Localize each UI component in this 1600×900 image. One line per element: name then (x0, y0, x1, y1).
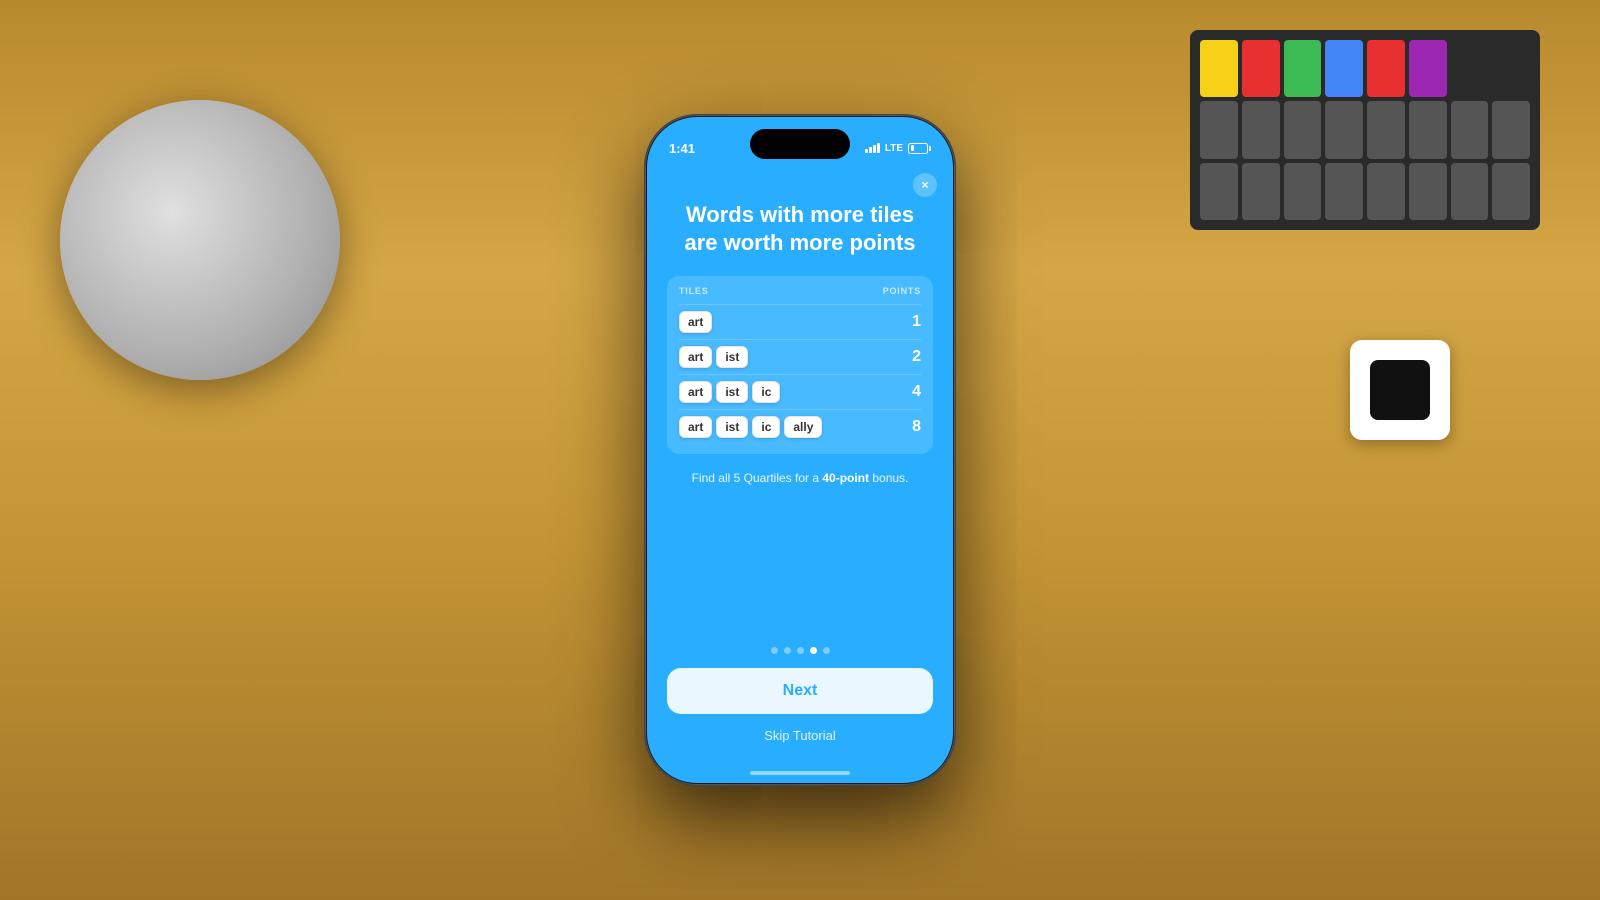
key-yellow (1200, 40, 1238, 97)
phone-content: Words with more tiles are worth more poi… (647, 169, 953, 763)
word-tiles-table: TILES POINTS art 1 art ist 2 (667, 276, 933, 454)
key-dark16 (1492, 163, 1530, 220)
main-heading: Words with more tiles are worth more poi… (667, 201, 933, 256)
dot-5 (823, 647, 830, 654)
points-2: 2 (912, 348, 921, 366)
key-dark11 (1284, 163, 1322, 220)
table-header: TILES POINTS (679, 286, 921, 296)
key-dark9 (1200, 163, 1238, 220)
key-dark8 (1492, 101, 1530, 158)
dot-4-active (810, 647, 817, 654)
bonus-number: 40-point (822, 471, 869, 485)
key-dark13 (1367, 163, 1405, 220)
tiles-group-4: art ist ic ally (679, 416, 822, 438)
dot-3 (797, 647, 804, 654)
table-row: art ist 2 (679, 339, 921, 374)
key-green (1284, 40, 1322, 97)
bonus-prefix: Find all 5 Quartiles for a (692, 471, 823, 485)
status-time: 1:41 (669, 141, 695, 156)
key-dark7 (1451, 101, 1489, 158)
dot-1 (771, 647, 778, 654)
home-indicator (647, 763, 953, 783)
table-row: art ist ic 4 (679, 374, 921, 409)
table-row: art ist ic ally 8 (679, 409, 921, 444)
tile-art-2: art (679, 346, 712, 368)
tile-art-3: art (679, 381, 712, 403)
key-dark6 (1409, 101, 1447, 158)
tile-art-4: art (679, 416, 712, 438)
signal-icon (865, 143, 880, 153)
spacer (667, 487, 933, 647)
table-row: art 1 (679, 304, 921, 339)
battery-icon (908, 143, 931, 154)
tile-ic-4: ic (752, 416, 780, 438)
next-button[interactable]: Next (667, 668, 933, 714)
key-dark14 (1409, 163, 1447, 220)
key-red (1242, 40, 1280, 97)
key-red2 (1367, 40, 1405, 97)
tile-ist-2: ist (716, 346, 748, 368)
bonus-suffix: bonus. (869, 471, 908, 485)
key-dark3 (1284, 101, 1322, 158)
status-icons: LTE (865, 143, 931, 154)
phone-screen: 1:41 LTE × Words wi (647, 117, 953, 783)
tile-ist-4: ist (716, 416, 748, 438)
key-dark1 (1200, 101, 1238, 158)
key-dark4 (1325, 101, 1363, 158)
dot-2 (784, 647, 791, 654)
close-button[interactable]: × (913, 173, 937, 197)
key-blue (1325, 40, 1363, 97)
key-dark10 (1242, 163, 1280, 220)
points-3: 4 (912, 383, 921, 401)
bonus-text: Find all 5 Quartiles for a 40-point bonu… (667, 470, 933, 487)
key-purple (1409, 40, 1447, 97)
col-points-label: POINTS (883, 286, 921, 296)
airpod-inside (1370, 360, 1430, 420)
key-dark5 (1367, 101, 1405, 158)
pagination-dots (667, 647, 933, 654)
col-tiles-label: TILES (679, 286, 709, 296)
key-dark12 (1325, 163, 1363, 220)
tiles-group-1: art (679, 311, 712, 333)
key-dark2 (1242, 101, 1280, 158)
skip-tutorial-button[interactable]: Skip Tutorial (667, 724, 933, 747)
phone-frame: 1:41 LTE × Words wi (645, 115, 955, 785)
left-device-decoration (60, 100, 340, 380)
dynamic-island (750, 129, 850, 159)
points-1: 1 (912, 313, 921, 331)
tile-ist-3: ist (716, 381, 748, 403)
lte-label: LTE (885, 143, 903, 154)
tiles-group-2: art ist (679, 346, 748, 368)
points-4: 8 (912, 418, 921, 436)
tile-ic-3: ic (752, 381, 780, 403)
keyboard-decoration (1190, 30, 1540, 230)
tile-art-1: art (679, 311, 712, 333)
tile-ally-4: ally (784, 416, 822, 438)
key-dark15 (1451, 163, 1489, 220)
home-bar (750, 771, 850, 775)
airpods-case-decoration (1350, 340, 1450, 440)
tiles-group-3: art ist ic (679, 381, 780, 403)
